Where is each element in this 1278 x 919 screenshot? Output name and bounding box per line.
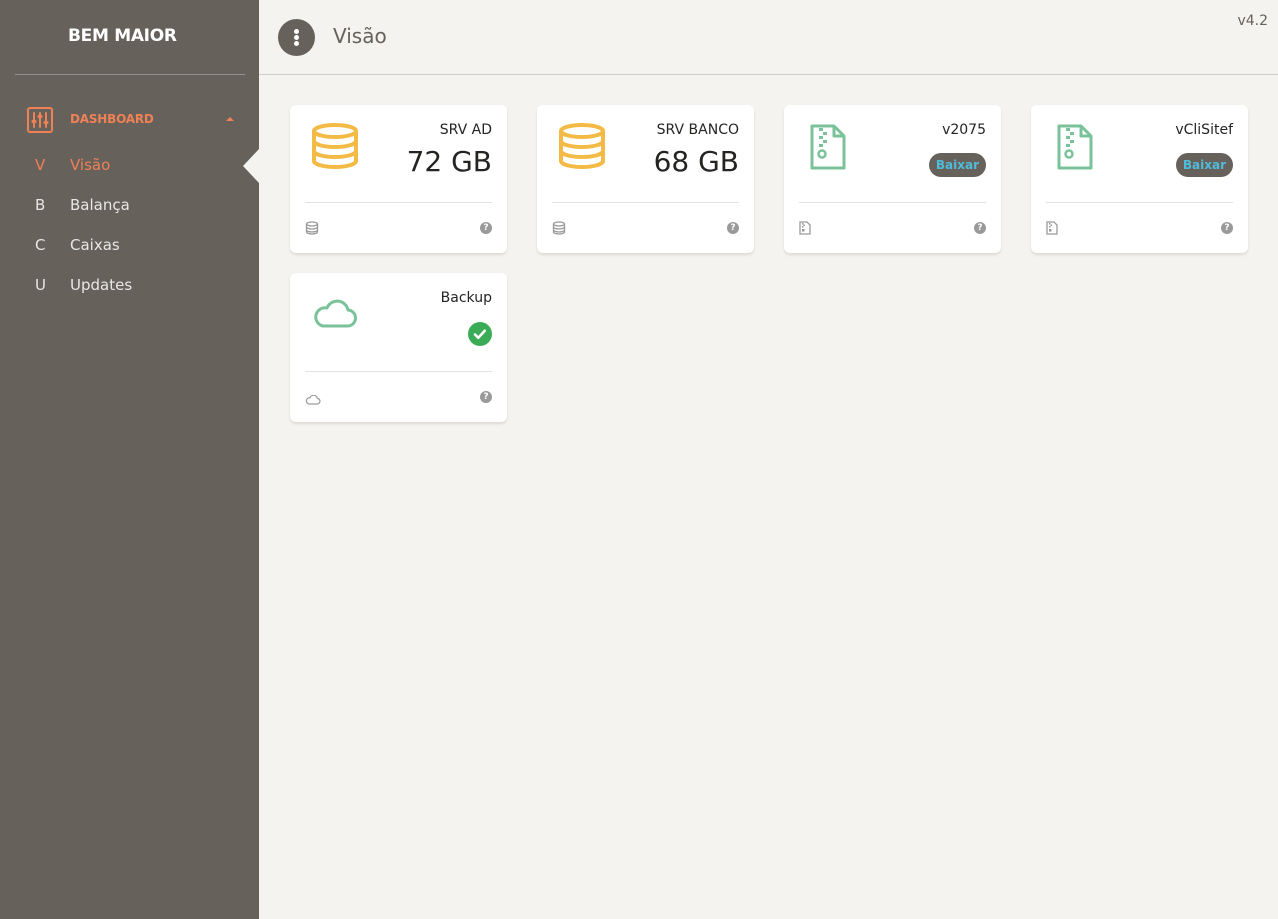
card-title: Backup [440,290,492,306]
dots-vertical-icon [294,35,299,40]
sidebar-item-label: Balança [70,196,130,214]
cloud-icon [312,299,358,333]
card-title: vCliSitef [1175,122,1233,138]
card-divider [799,202,986,203]
nav-section-dashboard[interactable]: DASHBOARD [0,104,259,136]
card-title: v2075 [942,122,986,138]
menu-button[interactable] [278,19,315,56]
question-icon[interactable]: ? [480,391,492,403]
dots-vertical-icon [294,41,299,46]
card-title: SRV AD [439,122,492,138]
sidebar-item-label: Caixas [70,236,120,254]
question-icon[interactable]: ? [1221,222,1233,234]
file-zip-icon [1057,124,1093,174]
page-title: Visão [333,24,387,48]
card-divider [305,371,492,372]
check-circle-icon [468,322,492,346]
sidebar-item-visao[interactable]: V Visão [0,148,259,182]
card-srv-ad: SRV AD 72 GB ? [290,105,507,253]
question-icon[interactable]: ? [974,222,986,234]
sidebar-item-letter: V [35,156,46,174]
question-icon[interactable]: ? [727,222,739,234]
card-divider [305,202,492,203]
file-zip-icon [810,124,846,174]
sidebar-item-updates[interactable]: U Updates [0,268,259,302]
version-label: v4.2 [1237,13,1268,29]
download-button[interactable]: Baixar [1175,153,1233,177]
card-value: 72 GB [406,145,492,178]
sidebar: BEM MAIOR DASHBOARD V Visão B Balança C … [0,0,259,919]
topbar: Visão v4.2 [259,0,1278,75]
database-icon [557,123,607,173]
card-vclisitef: vCliSitef Baixar ? [1031,105,1248,253]
card-backup: Backup ? [290,273,507,422]
download-button[interactable]: Baixar [928,153,986,177]
cloud-icon [305,390,321,409]
sidebar-item-letter: B [35,196,46,214]
question-icon[interactable]: ? [480,222,492,234]
file-zip-icon [1046,220,1058,239]
card-value: 68 GB [653,145,739,178]
card-v2075: v2075 Baixar ? [784,105,1001,253]
sidebar-item-label: Visão [70,156,111,174]
card-divider [1046,202,1233,203]
brand-name[interactable]: BEM MAIOR [68,26,177,46]
card-divider [552,202,739,203]
nav-section-label: DASHBOARD [70,112,154,126]
caret-up-icon [226,117,234,121]
sidebar-item-letter: C [35,236,46,254]
sliders-icon [27,107,53,133]
database-icon [310,123,360,173]
sidebar-item-balanca[interactable]: B Balança [0,188,259,222]
active-indicator [243,149,259,183]
sidebar-item-label: Updates [70,276,133,294]
brand: BEM MAIOR [15,0,245,75]
card-title: SRV BANCO [656,122,739,138]
sidebar-item-caixas[interactable]: C Caixas [0,228,259,262]
database-icon [305,220,319,239]
dots-vertical-icon [294,29,299,34]
database-icon [552,220,566,239]
file-zip-icon [799,220,811,239]
sidebar-item-letter: U [35,276,46,294]
card-srv-banco: SRV BANCO 68 GB ? [537,105,754,253]
